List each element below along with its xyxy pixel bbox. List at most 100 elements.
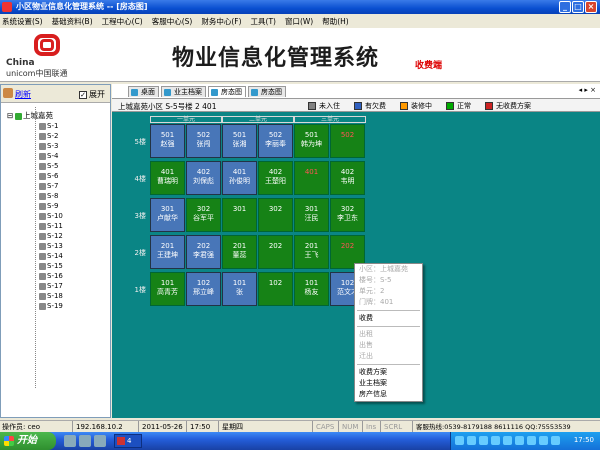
maximize-button[interactable]: □: [572, 1, 584, 13]
room-cell[interactable]: 101 杨友: [294, 272, 329, 306]
room-cell[interactable]: 402 韦明: [330, 161, 365, 195]
room-cell[interactable]: 101 高青芳: [150, 272, 185, 306]
tree-item-building[interactable]: S-18: [1, 291, 110, 301]
tray-icon[interactable]: [503, 436, 512, 445]
menu-system-settings[interactable]: 系统设置(S): [2, 16, 43, 27]
room-cell[interactable]: 301: [222, 198, 257, 232]
tab-desktop[interactable]: 桌面: [128, 86, 159, 97]
tab-scroll-arrows[interactable]: ◂ ▸ ×: [579, 86, 596, 94]
tree-item-building[interactable]: S-15: [1, 261, 110, 271]
tree-root[interactable]: ⊟ 上城嘉苑: [1, 111, 110, 121]
room-cell[interactable]: 502 李丽奉: [258, 124, 293, 158]
room-cell[interactable]: 201 董蕊: [222, 235, 257, 269]
tray-icon[interactable]: [515, 436, 524, 445]
collapse-icon[interactable]: ⊟: [7, 111, 13, 121]
tree-item-building[interactable]: S-6: [1, 171, 110, 181]
menu-engineering[interactable]: 工程中心(C): [102, 16, 143, 27]
context-item[interactable]: 收费方案: [355, 367, 422, 378]
tree-item-label: S-6: [47, 172, 59, 180]
ie-icon[interactable]: [64, 435, 76, 447]
window-titlebar[interactable]: 小区物业信息化管理系统 -- [房态图] _ □ ×: [0, 0, 600, 14]
tree-item-building[interactable]: S-10: [1, 211, 110, 221]
tray-icon[interactable]: [467, 436, 476, 445]
tree-item-building[interactable]: S-9: [1, 201, 110, 211]
room-cell[interactable]: 501 张湘: [222, 124, 257, 158]
tab-icon: [251, 89, 258, 96]
tree-item-building[interactable]: S-7: [1, 181, 110, 191]
room-cell[interactable]: 501 韩为坤: [294, 124, 329, 158]
building-icon: [39, 233, 46, 240]
menu-help[interactable]: 帮助(H): [322, 16, 349, 27]
room-cell[interactable]: 301 卢献华: [150, 198, 185, 232]
menu-customer-service[interactable]: 客服中心(S): [152, 16, 193, 27]
room-cell[interactable]: 502 张闯: [186, 124, 221, 158]
room-cell[interactable]: 201 王飞: [294, 235, 329, 269]
floor-label: 5楼: [134, 138, 146, 146]
room-owner: 韩为坤: [301, 140, 322, 148]
room-cell[interactable]: 302: [258, 198, 293, 232]
room-cell[interactable]: 101 张: [222, 272, 257, 306]
close-button[interactable]: ×: [585, 1, 597, 13]
tray-icon[interactable]: [527, 436, 536, 445]
expand-checkbox[interactable]: ✓: [79, 90, 87, 99]
tray-icon[interactable]: [479, 436, 488, 445]
room-cell[interactable]: 401 孙俊明: [222, 161, 257, 195]
minimize-button[interactable]: _: [559, 1, 571, 13]
room-cell[interactable]: 102: [258, 272, 293, 306]
room-cell[interactable]: 302 李卫东: [330, 198, 365, 232]
tray-icon[interactable]: [551, 436, 560, 445]
room-cell[interactable]: 202: [258, 235, 293, 269]
menu-window[interactable]: 窗口(W): [285, 16, 313, 27]
building-icon: [39, 223, 46, 230]
start-button[interactable]: 开始: [0, 432, 56, 450]
tray-icon[interactable]: [539, 436, 548, 445]
room-cell[interactable]: 402 王楚阳: [258, 161, 293, 195]
taskbar: 开始 4 17:50: [0, 432, 600, 450]
tree-item-building[interactable]: S-13: [1, 241, 110, 251]
context-item-charge[interactable]: 收费: [355, 313, 422, 324]
tree-item-building[interactable]: S-1: [1, 121, 110, 131]
menu-tools[interactable]: 工具(T): [251, 16, 276, 27]
refresh-link[interactable]: 刷新: [15, 89, 31, 100]
room-cell[interactable]: 301 汪民: [294, 198, 329, 232]
room-cell[interactable]: 202 李君强: [186, 235, 221, 269]
tray-icon[interactable]: [455, 436, 464, 445]
media-player-icon[interactable]: [94, 435, 106, 447]
tray-icon[interactable]: [491, 436, 500, 445]
tree-item-building[interactable]: S-19: [1, 301, 110, 311]
room-cell[interactable]: 401 曹瑞明: [150, 161, 185, 195]
tree-item-building[interactable]: S-2: [1, 131, 110, 141]
room-cell[interactable]: 502: [330, 124, 365, 158]
tree-item-building[interactable]: S-14: [1, 251, 110, 261]
context-item-disabled: 出租: [359, 330, 373, 338]
legend-swatch: [400, 102, 408, 110]
taskbar-app-button[interactable]: 4: [114, 434, 142, 448]
show-desktop-icon[interactable]: [79, 435, 91, 447]
room-cell[interactable]: 402 刘保彪: [186, 161, 221, 195]
context-item[interactable]: 业主档案: [355, 378, 422, 389]
tree-item-label: S-15: [47, 262, 63, 270]
tree-item-building[interactable]: S-11: [1, 221, 110, 231]
context-item[interactable]: 房产信息: [355, 389, 422, 400]
tab-room-status-2[interactable]: 房态图: [248, 86, 286, 97]
tab-room-status[interactable]: 房态图: [208, 86, 246, 97]
tree-item-building[interactable]: S-8: [1, 191, 110, 201]
tab-label: 业主档案: [174, 88, 202, 96]
tree-item-building[interactable]: S-5: [1, 161, 110, 171]
room-cell[interactable]: 302 谷军平: [186, 198, 221, 232]
tree-item-building[interactable]: S-16: [1, 271, 110, 281]
tab-icon: [211, 89, 218, 96]
menu-finance[interactable]: 财务中心(F): [201, 16, 241, 27]
tree-item-building[interactable]: S-4: [1, 151, 110, 161]
room-cell[interactable]: 401: [294, 161, 329, 195]
tree-item-building[interactable]: S-3: [1, 141, 110, 151]
expand-toggle[interactable]: ✓ 展开: [79, 89, 105, 100]
room-cell[interactable]: 102 邢立峰: [186, 272, 221, 306]
tree-item-building[interactable]: S-17: [1, 281, 110, 291]
refresh-icon[interactable]: [3, 88, 13, 98]
room-cell[interactable]: 201 王建坤: [150, 235, 185, 269]
room-cell[interactable]: 501 赵强: [150, 124, 185, 158]
menu-basic-data[interactable]: 基础资料(B): [52, 16, 93, 27]
tree-item-building[interactable]: S-12: [1, 231, 110, 241]
tab-owner-files[interactable]: 业主档案: [161, 86, 206, 97]
